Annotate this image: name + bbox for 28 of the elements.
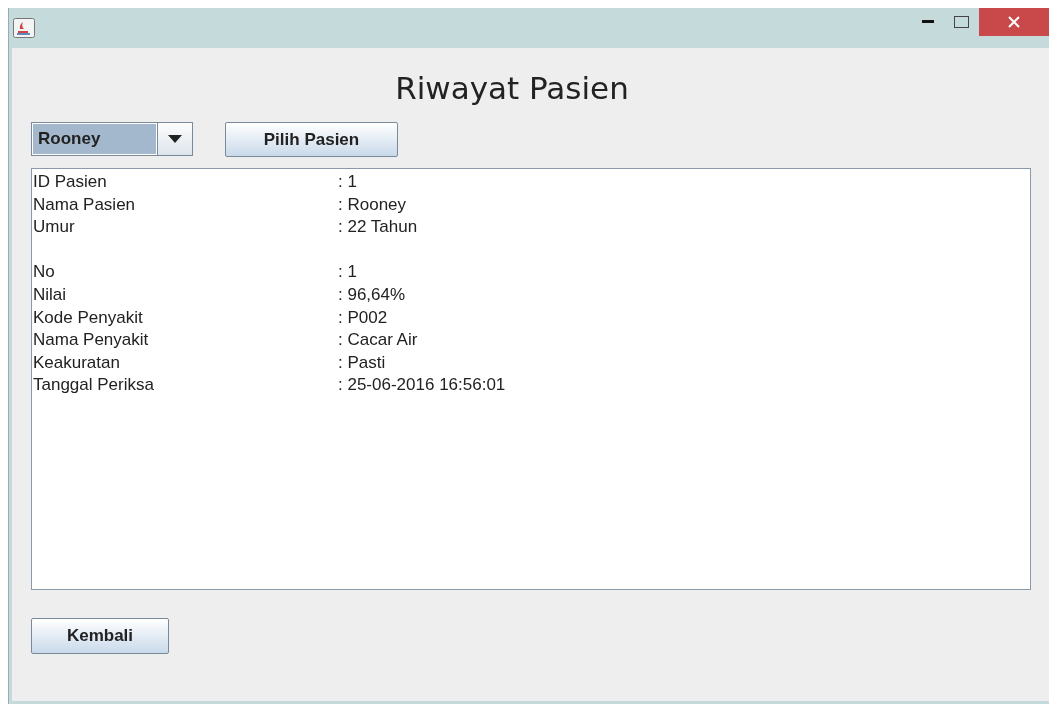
back-button[interactable]: Kembali <box>31 618 169 654</box>
detail-value: : 1 <box>338 171 358 193</box>
maximize-icon <box>953 16 969 28</box>
details-text-area[interactable]: ID Pasien : 1 Nama Pasien : Rooney Umur : 22 Tahun No : 1 Nilai : 96,64% Kode Penyakit : P002 Nama Penyakit : Cacar Air Keakuratan : Pasti Tanggal Periksa : 25-06-2016 16:56:01 <box>31 168 1031 590</box>
detail-value: : 1 <box>338 261 358 284</box>
detail-label: Umur <box>33 216 76 239</box>
detail-label: Keakuratan <box>33 351 121 374</box>
detail-label: Kode Penyakit <box>33 306 144 329</box>
detail-value: : Cacar Air <box>338 329 419 352</box>
detail-label: Nilai <box>33 283 68 306</box>
window-title: Riwayat Pasien <box>395 70 629 106</box>
detail-value: : 96,64% <box>338 283 407 306</box>
detail-label: Tanggal Periksa <box>33 374 155 397</box>
detail-value: : P002 <box>338 306 389 329</box>
detail-value: : 25-06-2016 16:56:01 <box>338 374 507 397</box>
select-patient-button[interactable]: Pilih Pasien <box>225 122 398 157</box>
caret-icon <box>168 135 182 143</box>
detail-value: : Pasti <box>338 351 387 374</box>
detail-label: ID Pasien <box>33 171 108 193</box>
patient-dropdown[interactable]: Rooney <box>31 122 193 156</box>
detail-label: Nama Penyakit <box>33 329 150 352</box>
detail-label: Nama Pasien <box>33 193 137 216</box>
minimize-icon <box>922 20 934 24</box>
detail-label: No <box>33 261 56 284</box>
detail-value: : 22 Tahun <box>338 216 419 239</box>
close-button[interactable] <box>979 8 1049 36</box>
detail-value: : Rooney <box>338 193 408 216</box>
close-icon <box>1008 16 1020 28</box>
